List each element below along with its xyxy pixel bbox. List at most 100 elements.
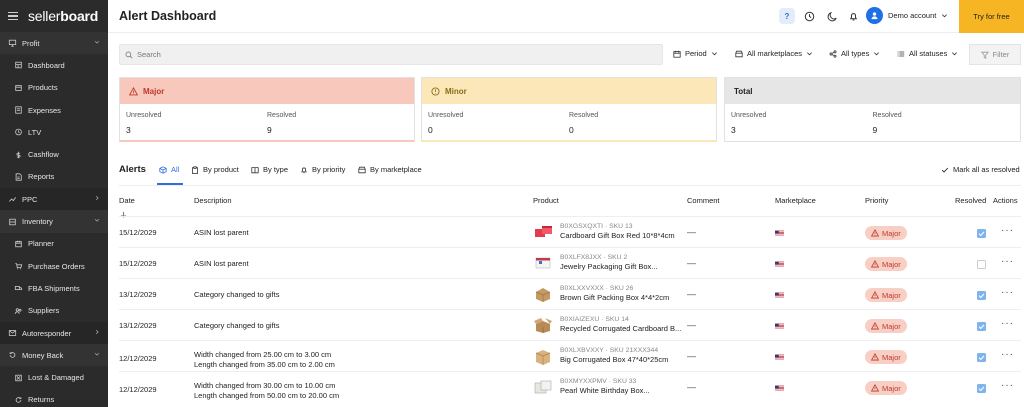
sidebar-item-reports[interactable]: Reports [0,166,108,188]
tab-by-type[interactable]: By type [251,165,288,174]
period-dropdown[interactable]: Period [673,49,718,58]
tab-all[interactable]: All [159,165,179,174]
row-sku: B0XGSXQXTI · SKU 13 [560,223,633,230]
table-row[interactable]: 13/12/2029 Category changed to gifts B0XIA… [119,309,1021,340]
col-header-priority[interactable]: Priority [865,196,888,205]
row-actions-menu[interactable]: ··· [1001,287,1014,298]
row-product[interactable]: B0XIAIZEXU · SKU 14 Recycled Corrugated C… [560,316,681,333]
sidebar-item-profit[interactable]: Profit [0,32,108,55]
sidebar-item-fba-shipments[interactable]: FBA Shipments [0,277,108,299]
product-thumbnail[interactable] [533,223,553,241]
table-row[interactable]: 12/12/2029 Width changed from 30.00 cm to… [119,371,1021,402]
search-bar[interactable] [119,44,663,65]
resolved-checkbox[interactable] [977,384,986,393]
sidebar-item-label: FBA Shipments [28,283,80,293]
resolved-checkbox[interactable] [977,229,986,238]
tab-by-product[interactable]: By product [191,165,239,174]
row-product-name: Pearl White Birthday Box... [560,386,650,395]
mark-all-resolved-button[interactable]: Mark all as resolved [941,165,1020,174]
tab-by-priority-label: By priority [312,165,346,174]
row-product[interactable]: B0XMYXXPMV · SKU 33 Pearl White Birthday … [560,378,650,395]
row-comment[interactable]: — [687,382,696,392]
product-thumbnail[interactable] [533,254,553,272]
bell-icon[interactable] [845,8,861,24]
col-header-comment[interactable]: Comment [687,196,720,205]
row-actions-menu[interactable]: ··· [1001,256,1014,267]
warning-icon [871,353,879,361]
sidebar-item-dashboard[interactable]: Dashboard [0,54,108,76]
sidebar-item-label: Inventory [22,217,53,227]
product-thumbnail[interactable] [533,347,553,365]
row-actions-menu[interactable]: ··· [1001,380,1014,391]
product-thumbnail[interactable] [533,378,553,396]
col-header-marketplace[interactable]: Marketplace [775,196,816,205]
row-product[interactable]: B0XLXXVXXX · SKU 26 Brown Gift Packing Bo… [560,285,669,302]
account-menu[interactable]: Demo account [866,7,948,24]
types-dropdown[interactable]: All types [829,49,880,58]
sidebar-item-expenses[interactable]: Expenses [0,99,108,121]
tab-by-marketplace[interactable]: By marketplace [358,165,422,174]
sidebar-item-ltv[interactable]: LTV [0,121,108,143]
sidebar-item-returns[interactable]: Returns [0,389,108,407]
dark-mode-icon[interactable] [824,8,840,24]
tab-by-priority[interactable]: By priority [300,165,345,174]
search-input[interactable] [137,50,637,59]
major-unresolved-count: 3 [126,125,131,135]
warning-icon [871,260,879,268]
sidebar-item-suppliers[interactable]: Suppliers [0,300,108,322]
table-row[interactable]: 13/12/2029 Category changed to gifts B0XLX… [119,278,1021,309]
row-comment[interactable]: — [687,320,696,330]
col-header-description[interactable]: Description [194,196,232,205]
major-summary-card[interactable]: Major Unresolved 3 Resolved 9 [119,77,415,142]
total-summary-card[interactable]: Total Unresolved 3 Resolved 9 [724,77,1021,142]
statuses-dropdown[interactable]: All statuses [897,49,958,58]
menu-icon[interactable] [8,11,18,21]
info-circle-icon [431,86,440,96]
row-product[interactable]: B0XGSXQXTI · SKU 13 Cardboard Gift Box Re… [560,223,675,240]
resolved-checkbox[interactable] [977,322,986,331]
table-row[interactable]: 15/12/2029 ASIN lost parent B0XGSXQXTI · S… [119,216,1021,247]
sidebar-item-planner[interactable]: Planner [0,233,108,255]
row-product[interactable]: B0XLXBVXXY · SKU 21XXX344 Big Corrugated … [560,347,668,364]
sidebar-item-inventory[interactable]: Inventory [0,210,108,233]
minor-card-header: Minor [422,78,716,104]
row-description: Width changed from 25.00 cm to 3.00 cm Le… [194,350,335,370]
clock-icon[interactable] [801,8,817,24]
sidebar-item-cashflow[interactable]: Cashflow [0,143,108,165]
sidebar-item-money-back[interactable]: Money Back [0,344,108,367]
marketplaces-dropdown[interactable]: All marketplaces [735,49,813,58]
row-comment[interactable]: — [687,227,696,237]
row-actions-menu[interactable]: ··· [1001,225,1014,236]
filter-button[interactable]: Filter [969,44,1021,65]
product-thumbnail[interactable] [533,316,553,334]
sidebar-item-label: PPC [22,194,38,204]
row-comment[interactable]: — [687,258,696,268]
col-header-date[interactable]: Date [119,196,135,205]
try-for-free-button[interactable]: Try for free [959,0,1024,33]
sidebar-item-products[interactable]: Products [0,77,108,99]
row-actions-menu[interactable]: ··· [1001,318,1014,329]
sidebar-item-lost-damaged[interactable]: Lost & Damaged [0,366,108,388]
resolved-checkbox[interactable] [977,260,986,269]
resolved-checkbox[interactable] [977,353,986,362]
row-comment[interactable]: — [687,351,696,361]
row-comment[interactable]: — [687,289,696,299]
cube-icon [159,165,167,174]
row-date: 13/12/2029 [119,290,157,299]
col-header-resolved[interactable]: Resolved [955,196,986,205]
row-sku: B0XMYXXPMV · SKU 33 [560,378,637,385]
table-row[interactable]: 15/12/2029 ASIN lost parent B0XLFX8JXX · S… [119,247,1021,278]
col-header-product[interactable]: Product [533,196,559,205]
resolved-checkbox[interactable] [977,291,986,300]
logo[interactable]: sellerboard [28,8,98,24]
help-icon[interactable]: ? [779,8,795,24]
row-actions-menu[interactable]: ··· [1001,349,1014,360]
sidebar-item-purchase-orders[interactable]: Purchase Orders [0,255,108,277]
sidebar-item-ppc[interactable]: PPC [0,188,108,211]
sidebar-item-autoresponder[interactable]: Autoresponder [0,321,108,345]
row-product[interactable]: B0XLFX8JXX · SKU 2 Jewelry Packaging Gift… [560,254,658,271]
product-thumbnail[interactable] [533,285,553,303]
check-icon [978,386,985,392]
table-row[interactable]: 12/12/2029 Width changed from 25.00 cm to… [119,340,1021,371]
minor-summary-card[interactable]: Minor Unresolved 0 Resolved 0 [421,77,717,142]
